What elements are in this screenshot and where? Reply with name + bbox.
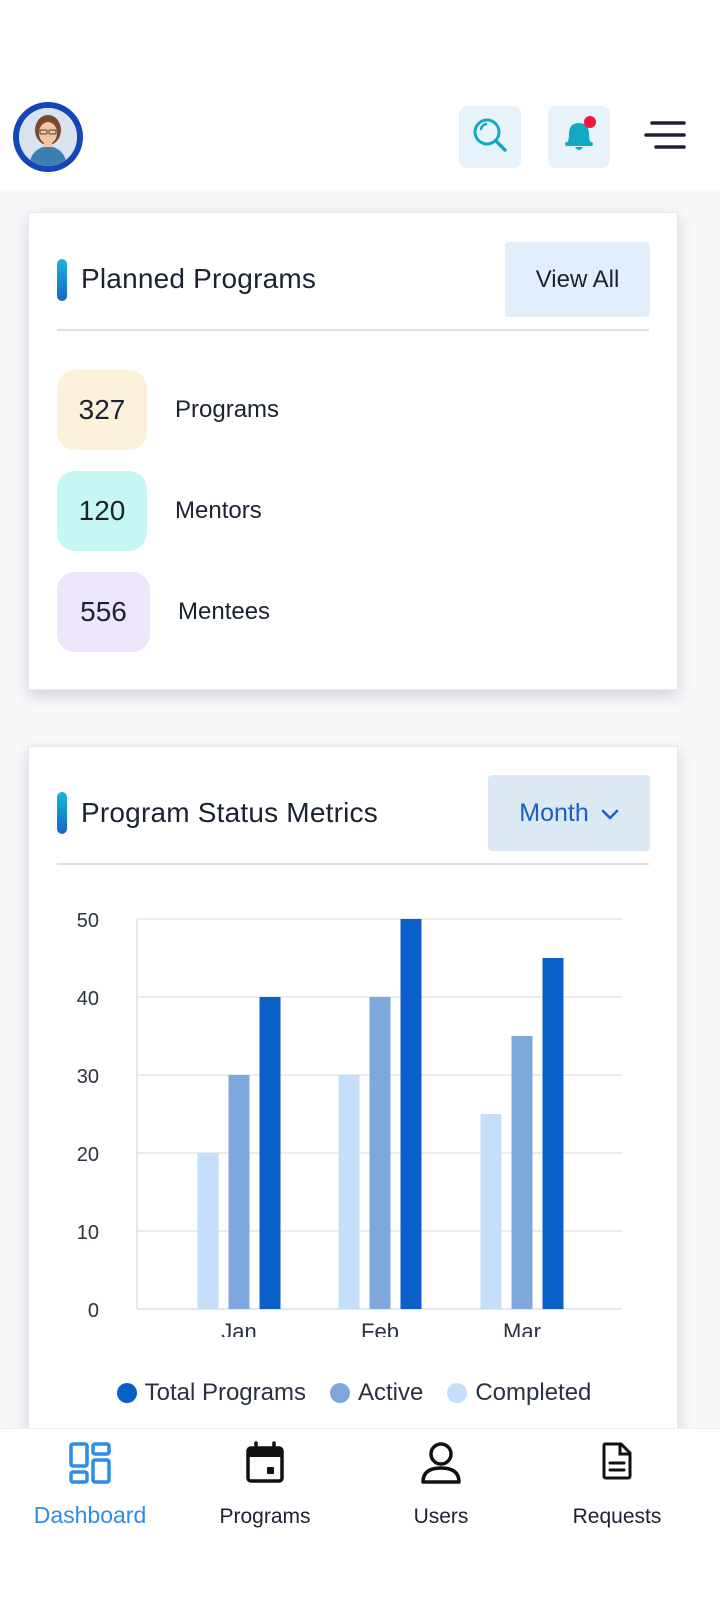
menu-icon [644, 119, 686, 156]
notifications-button[interactable] [548, 106, 610, 168]
y-tick-label: 40 [77, 988, 99, 1010]
nav-programs[interactable]: Programs [175, 1429, 355, 1539]
legend-dot [447, 1383, 468, 1403]
legend-total-programs[interactable]: Total Programs [116, 1379, 306, 1407]
program-status-title: Program Status Metrics [81, 797, 378, 828]
legend-label: Total Programs [144, 1379, 306, 1406]
nav-label: Requests [572, 1505, 662, 1528]
nav-dashboard[interactable]: Dashboard [0, 1429, 180, 1539]
nav-users[interactable]: Users [351, 1429, 531, 1539]
bar-total-programs-feb [400, 919, 422, 1309]
bell-icon [558, 114, 600, 161]
bar-active-mar [511, 1036, 533, 1309]
mentors-count: 120 [57, 471, 147, 551]
app-header [0, 0, 720, 190]
legend-completed[interactable]: Completed [447, 1379, 591, 1407]
bar-completed-feb [338, 1075, 360, 1309]
x-tick-label: Feb [361, 1319, 399, 1337]
view-all-button[interactable]: View All [505, 242, 650, 317]
mentees-count: 556 [57, 572, 150, 652]
legend-label: Completed [475, 1379, 592, 1406]
avatar-photo [19, 108, 77, 166]
bar-active-feb [369, 997, 391, 1309]
bar-active-jan [228, 1075, 250, 1309]
mentees-label: Mentees [178, 598, 271, 625]
stat-row-mentees[interactable]: 556 Mentees [57, 571, 270, 653]
notification-dot [584, 115, 596, 128]
period-label: Month [519, 798, 589, 827]
calendar-icon [245, 1441, 285, 1490]
bar-total-programs-jan [259, 997, 281, 1309]
bar-total-programs-mar [542, 958, 564, 1309]
nav-requests[interactable]: Requests [527, 1429, 707, 1539]
search-icon [470, 115, 510, 160]
y-tick-label: 10 [77, 1222, 99, 1244]
bar-completed-jan [197, 1153, 219, 1309]
title-accent [57, 259, 67, 301]
y-tick-label: 30 [77, 1066, 99, 1088]
period-dropdown[interactable]: Month [488, 775, 650, 851]
nav-label: Users [413, 1505, 469, 1528]
user-icon [420, 1441, 462, 1490]
stat-row-programs[interactable]: 327 Programs [57, 369, 279, 451]
y-tick-label: 20 [77, 1144, 99, 1166]
x-tick-label: Jan [221, 1319, 256, 1337]
chevron-down-icon [589, 799, 619, 828]
planned-programs-card: Planned Programs View All 327 Programs 1… [28, 212, 678, 690]
chart-legend: Total Programs Active Completed [29, 1379, 679, 1407]
divider [57, 329, 649, 331]
legend-dot [116, 1383, 137, 1403]
nav-label: Dashboard [33, 1502, 147, 1528]
stat-row-mentors[interactable]: 120 Mentors [57, 470, 262, 552]
programs-label: Programs [175, 396, 280, 423]
document-icon [600, 1441, 634, 1486]
bar-chart: 0 10 20 30 40 50 Jan Feb Mar [77, 910, 622, 1337]
title-accent [57, 792, 67, 834]
divider [57, 863, 649, 865]
x-tick-label: Mar [503, 1319, 541, 1337]
program-status-card: Program Status Metrics Month 0 10 20 30 40 50… [28, 746, 678, 1446]
menu-button[interactable] [644, 118, 686, 156]
programs-count: 327 [57, 370, 147, 450]
planned-programs-title: Planned Programs [81, 263, 317, 294]
bar-completed-mar [480, 1114, 502, 1309]
y-tick-label: 50 [77, 910, 99, 932]
mentors-label: Mentors [175, 497, 262, 524]
dashboard-icon [68, 1441, 112, 1490]
legend-label: Active [357, 1379, 424, 1406]
nav-label: Programs [219, 1505, 311, 1528]
y-tick-label: 0 [88, 1300, 99, 1322]
avatar[interactable] [13, 102, 83, 172]
legend-dot [329, 1383, 350, 1403]
legend-active[interactable]: Active [329, 1379, 424, 1407]
bottom-navigation: Dashboard Programs Users Requests [0, 1428, 720, 1599]
search-button[interactable] [459, 106, 521, 168]
